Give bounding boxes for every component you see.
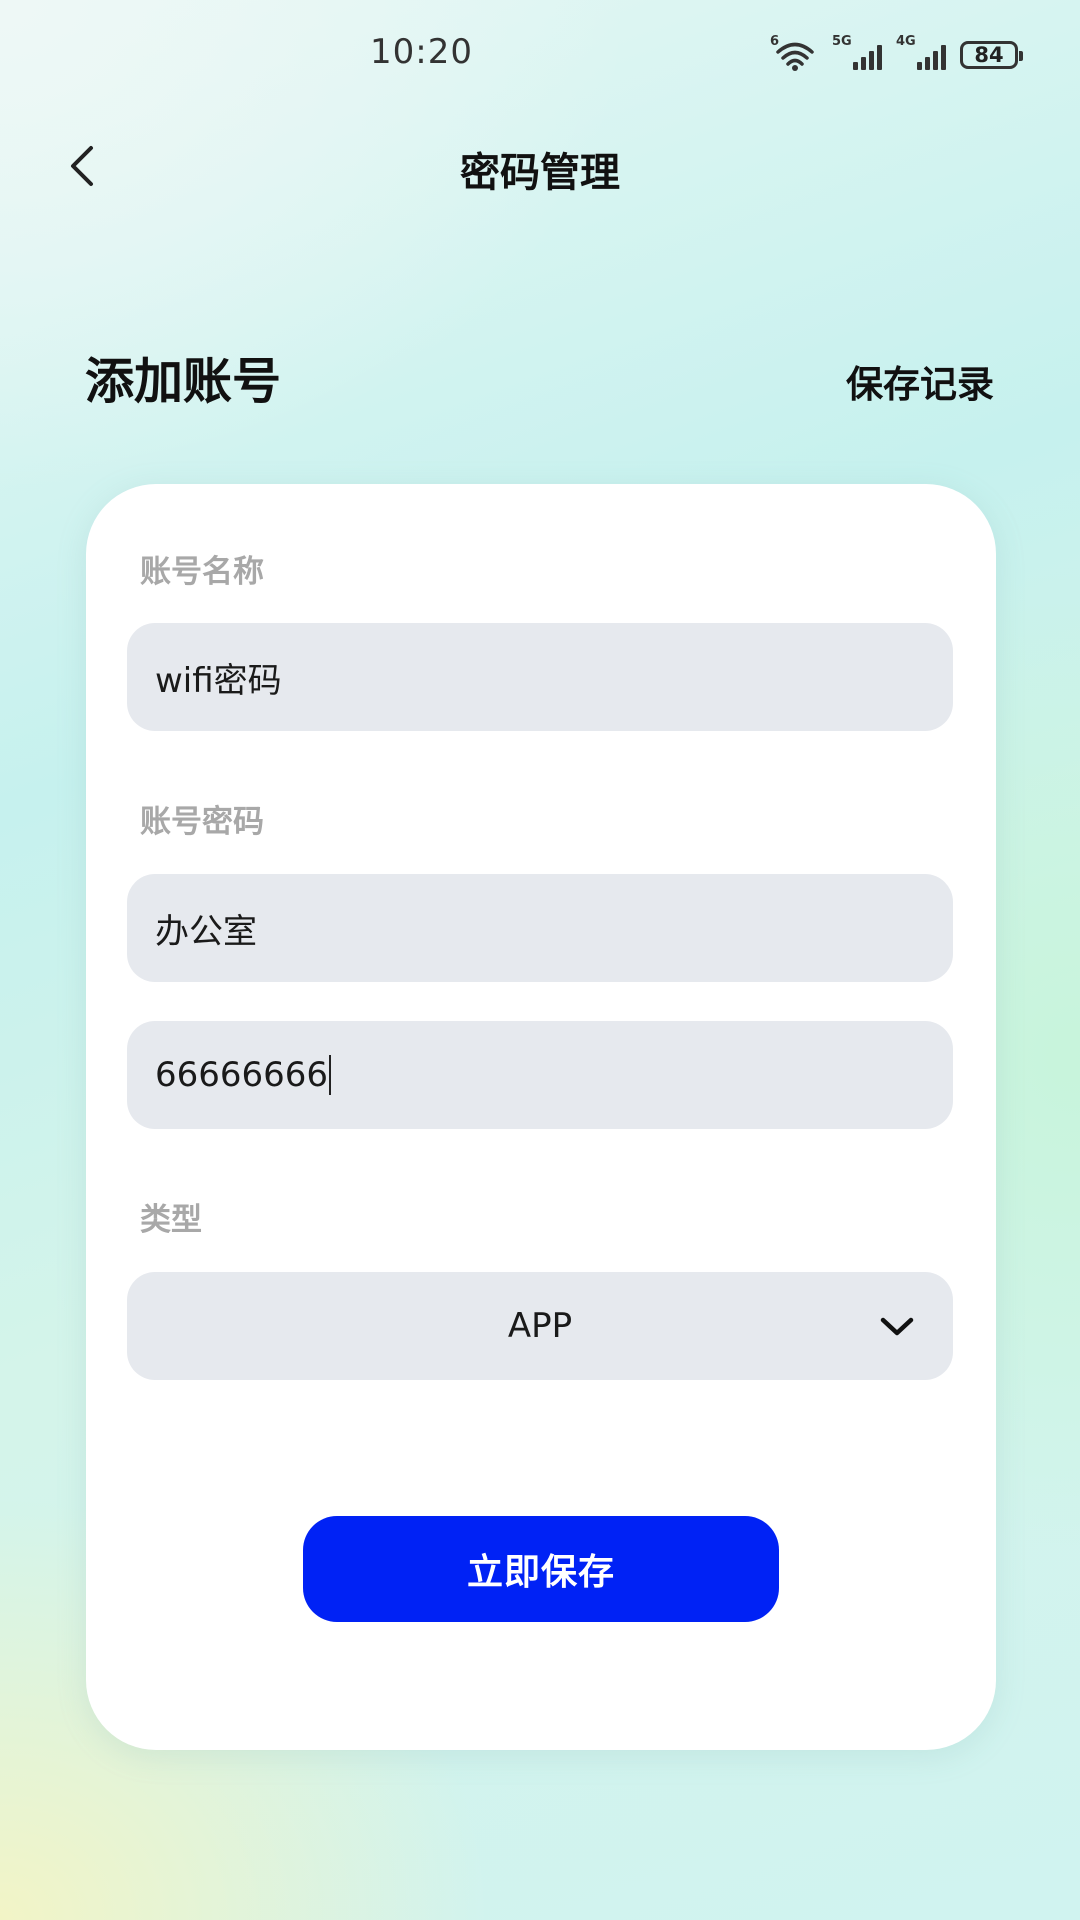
save-now-button[interactable]: 立即保存 — [303, 1516, 779, 1622]
chevron-down-icon — [880, 1317, 914, 1336]
page-title: 密码管理 — [460, 150, 620, 196]
battery-icon: 84 — [960, 41, 1023, 69]
section-title: 添加账号 — [85, 353, 282, 410]
status-time: 10:20 — [370, 32, 473, 72]
save-history-link[interactable]: 保存记录 — [846, 354, 994, 408]
account-value: 办公室 — [155, 911, 257, 952]
type-value: APP — [507, 1306, 573, 1346]
signal-5g-icon: 5G — [832, 34, 882, 72]
account-name-value: wifi密码 — [155, 660, 282, 701]
text-cursor — [329, 1055, 332, 1095]
signal-4g-icon: 4G — [896, 34, 946, 72]
status-icons: 6 5G 4G 84 — [770, 34, 1023, 72]
account-name-input[interactable]: wifi密码 — [127, 623, 953, 731]
wifi-icon: 6 — [770, 34, 818, 72]
battery-level: 84 — [974, 43, 1004, 67]
password-value: 66666666 — [155, 1055, 329, 1095]
password-input[interactable]: 66666666 — [127, 1021, 953, 1129]
type-select[interactable]: APP — [127, 1272, 953, 1380]
type-label: 类型 — [140, 1202, 202, 1238]
add-account-card: 账号名称 wifi密码 账号密码 办公室 66666666 类型 APP 立即保… — [86, 484, 996, 1750]
account-input[interactable]: 办公室 — [127, 874, 953, 982]
wifi-label: 6 — [770, 34, 780, 49]
signal-4g-label: 4G — [896, 34, 916, 49]
signal-5g-label: 5G — [832, 34, 852, 49]
status-bar: 10:20 6 5G 4G 84 — [0, 0, 1080, 110]
account-password-label: 账号密码 — [140, 804, 264, 840]
account-name-label: 账号名称 — [140, 554, 264, 590]
